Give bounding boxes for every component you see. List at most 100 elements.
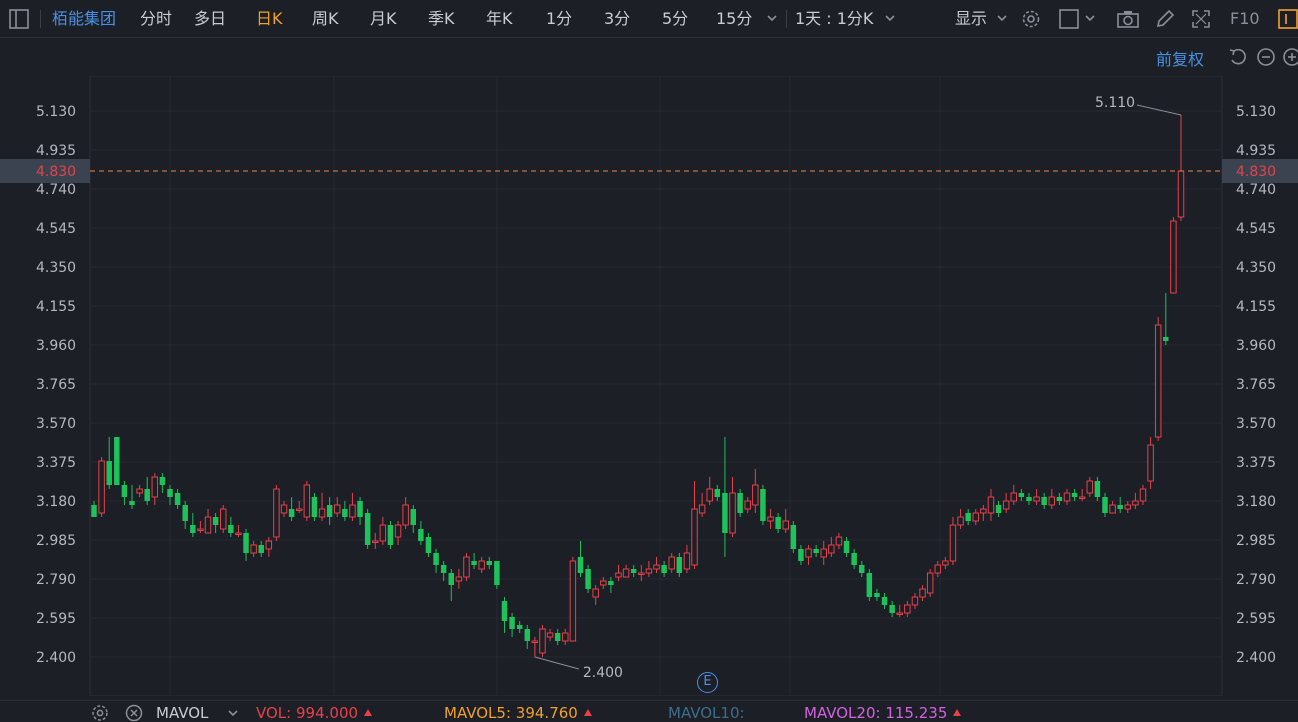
candle-body bbox=[926, 572, 934, 594]
kline-chart-svg[interactable]: 5.130 5.130 4.935 4.935 4.740 4.740 4.545 4.545… bbox=[0, 75, 1298, 697]
price-tick-label-right: 2.595 bbox=[1236, 611, 1276, 627]
candle-body bbox=[394, 524, 402, 538]
tab-5min[interactable]: 5分 bbox=[662, 0, 688, 38]
price-tick-label-left: 5.130 bbox=[36, 104, 76, 120]
undo-icon[interactable] bbox=[1228, 47, 1248, 71]
adjust-mode-button[interactable]: 前复权 bbox=[1156, 46, 1204, 70]
candle-body bbox=[379, 524, 387, 542]
candle-body bbox=[440, 565, 447, 573]
display-menu[interactable]: 显示 bbox=[955, 0, 987, 38]
volume-indicator-bar: MAVOL VOL: 994.000 MAVOL5: 394.760 MAVOL… bbox=[0, 700, 1298, 722]
candle-body bbox=[1154, 324, 1162, 438]
candle-body bbox=[919, 588, 926, 598]
candle-body bbox=[159, 477, 166, 485]
interval-chevron-icon[interactable] bbox=[884, 0, 896, 38]
candle-body bbox=[706, 488, 713, 502]
indicator-name[interactable]: MAVOL bbox=[156, 704, 208, 722]
candle-body bbox=[813, 549, 819, 553]
candle-body bbox=[531, 640, 539, 643]
candle-body bbox=[577, 557, 584, 573]
candle bbox=[311, 493, 318, 521]
candle-body bbox=[889, 605, 895, 613]
price-tick-label-left: 4.935 bbox=[36, 143, 76, 159]
candle-body bbox=[569, 560, 577, 642]
kline-chart[interactable]: 5.130 5.130 4.935 4.935 4.740 4.740 4.545 4.545… bbox=[0, 75, 1298, 697]
candle-body bbox=[859, 565, 865, 573]
price-tick-label-right: 4.740 bbox=[1236, 182, 1276, 198]
candle-body bbox=[265, 540, 273, 550]
current-price-label-right: 4.830 bbox=[1236, 164, 1276, 180]
candle-body bbox=[1018, 493, 1025, 497]
candle-body bbox=[1124, 504, 1132, 510]
candle-body bbox=[676, 557, 683, 573]
tab-15min[interactable]: 15分 bbox=[716, 0, 752, 38]
price-tick-label-left: 2.400 bbox=[36, 650, 76, 666]
candle-body bbox=[972, 512, 979, 522]
tab-quarterly-k[interactable]: 季K bbox=[428, 0, 455, 38]
candle-body bbox=[653, 564, 660, 570]
tab-multi-day[interactable]: 多日 bbox=[194, 0, 226, 38]
layout-box-icon[interactable] bbox=[1058, 0, 1080, 38]
candle-body bbox=[174, 493, 181, 505]
price-tick-label-left: 3.375 bbox=[36, 455, 76, 471]
pencil-icon[interactable] bbox=[1154, 0, 1176, 38]
period-dropdown-chevron-icon[interactable] bbox=[766, 0, 778, 38]
candle-body bbox=[942, 560, 949, 566]
candle-body bbox=[1109, 504, 1116, 514]
candle-body bbox=[866, 573, 873, 597]
candle-body bbox=[752, 484, 759, 506]
tab-intraday[interactable]: 分时 bbox=[140, 0, 172, 38]
zoom-in-icon[interactable] bbox=[1282, 47, 1298, 71]
candle-body bbox=[874, 593, 880, 597]
sidebar-toggle-icon[interactable] bbox=[8, 0, 30, 38]
candle-body bbox=[129, 501, 135, 505]
candle-body bbox=[1094, 481, 1101, 497]
display-chevron-icon[interactable] bbox=[996, 0, 1008, 38]
layout-chevron-icon[interactable] bbox=[1084, 0, 1096, 38]
candle bbox=[585, 565, 591, 593]
candle-body bbox=[357, 501, 363, 517]
candle-body bbox=[114, 437, 120, 485]
candle-body bbox=[691, 508, 698, 566]
vol-readout: VOL: 994.000 bbox=[256, 704, 373, 722]
candle-body bbox=[387, 525, 394, 545]
indicator-close-icon[interactable] bbox=[124, 704, 144, 722]
indicator-chevron-icon[interactable] bbox=[226, 704, 240, 722]
price-tick-label-right: 4.545 bbox=[1236, 221, 1276, 237]
tab-daily-k[interactable]: 日K bbox=[256, 0, 283, 38]
price-tick-label-right: 3.375 bbox=[1236, 455, 1276, 471]
price-tick-label-right: 4.935 bbox=[1236, 143, 1276, 159]
candle-body bbox=[318, 508, 326, 518]
mavol20-readout: MAVOL20: 115.235 bbox=[804, 704, 962, 722]
camera-icon[interactable] bbox=[1116, 0, 1140, 38]
price-tick-label-left: 2.595 bbox=[36, 611, 76, 627]
vol-value: 994.000 bbox=[296, 704, 359, 722]
tab-weekly-k[interactable]: 周K bbox=[312, 0, 339, 38]
tab-monthly-k[interactable]: 月K bbox=[370, 0, 397, 38]
candle-body bbox=[410, 509, 416, 525]
stock-name[interactable]: 栢能集团 bbox=[52, 0, 116, 38]
candle bbox=[273, 485, 280, 541]
tab-1min[interactable]: 1分 bbox=[546, 0, 572, 38]
tab-yearly-k[interactable]: 年K bbox=[486, 0, 513, 38]
candle bbox=[539, 625, 546, 657]
tab-3min[interactable]: 3分 bbox=[604, 0, 630, 38]
panel-toggle-icon[interactable] bbox=[1278, 0, 1298, 38]
candle bbox=[219, 505, 227, 533]
price-tick-label-left: 3.180 bbox=[36, 494, 76, 510]
candle-body bbox=[1002, 500, 1010, 510]
fullscreen-icon[interactable] bbox=[1190, 0, 1212, 38]
candle-body bbox=[1163, 337, 1169, 341]
price-tick-label-right: 3.570 bbox=[1236, 416, 1276, 432]
interval-selector[interactable]: 1天 : 1分K bbox=[795, 0, 873, 38]
indicator-settings-icon[interactable] bbox=[90, 704, 110, 722]
event-marker-badge[interactable]: E bbox=[697, 672, 718, 693]
candle-body bbox=[851, 553, 857, 565]
f10-button[interactable]: F10 bbox=[1230, 0, 1260, 38]
candle-body bbox=[1063, 492, 1071, 502]
candle-body bbox=[934, 564, 941, 574]
settings-gear-icon[interactable] bbox=[1020, 0, 1042, 38]
zoom-out-icon[interactable] bbox=[1256, 47, 1276, 71]
candle-body bbox=[372, 540, 379, 543]
mavol10-readout: MAVOL10: bbox=[668, 704, 745, 722]
